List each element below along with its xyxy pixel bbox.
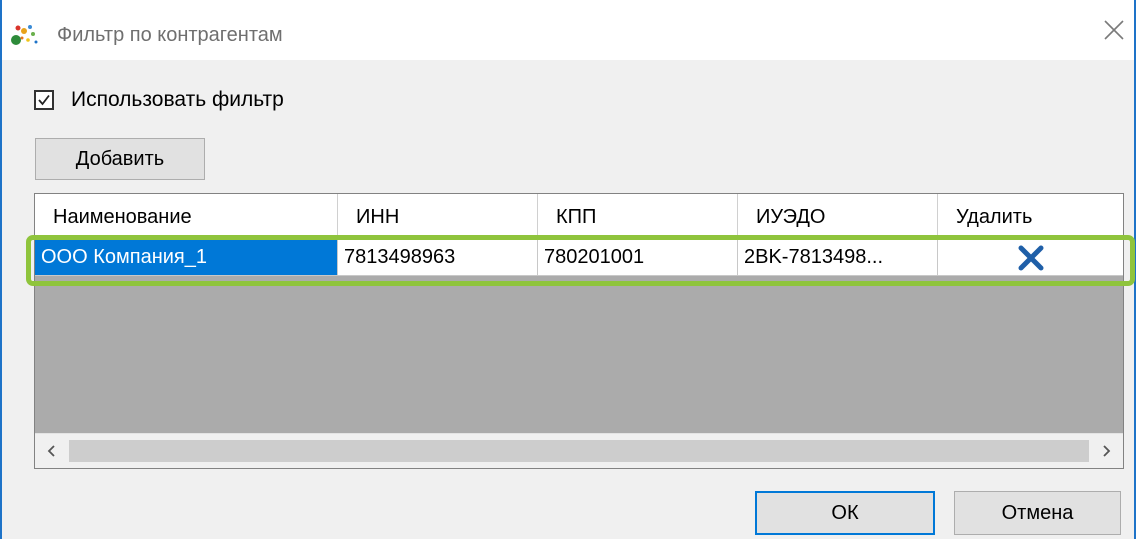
delete-row-button[interactable] xyxy=(938,240,1123,276)
scrollbar-thumb[interactable] xyxy=(69,440,1089,462)
horizontal-scrollbar[interactable] xyxy=(35,433,1123,468)
ok-button[interactable]: ОК xyxy=(755,491,935,535)
cell-kpp[interactable]: 780201001 xyxy=(538,240,738,276)
app-logo-icon xyxy=(10,22,40,48)
filter-dialog: Фильтр по контрагентам Использовать филь… xyxy=(0,0,1136,539)
cancel-button[interactable]: Отмена xyxy=(954,491,1121,535)
scroll-left-button[interactable] xyxy=(35,434,69,468)
table-header: Наименование ИНН КПП ИУЭДО Удалить xyxy=(35,194,1123,241)
chevron-left-icon xyxy=(47,445,55,457)
column-header-inn[interactable]: ИНН xyxy=(338,194,538,240)
column-header-iuedo[interactable]: ИУЭДО xyxy=(738,194,938,240)
add-button[interactable]: Добавить xyxy=(35,138,205,180)
delete-x-icon xyxy=(1018,245,1044,270)
use-filter-checkbox[interactable] xyxy=(34,90,54,110)
column-header-delete[interactable]: Удалить xyxy=(938,194,1123,240)
title-bar: Фильтр по контрагентам xyxy=(2,0,1134,60)
close-icon xyxy=(1104,20,1124,40)
cell-name[interactable]: ООО Компания_1 xyxy=(35,240,338,276)
cell-inn[interactable]: 7813498963 xyxy=(338,240,538,276)
cell-iuedo[interactable]: 2BK-7813498... xyxy=(738,240,938,276)
window-title: Фильтр по контрагентам xyxy=(57,24,283,46)
chevron-right-icon xyxy=(1103,445,1111,457)
counterparty-table: Наименование ИНН КПП ИУЭДО Удалить ООО К… xyxy=(34,193,1124,469)
column-header-kpp[interactable]: КПП xyxy=(538,194,738,240)
use-filter-label: Использовать фильтр xyxy=(71,88,284,111)
column-header-name[interactable]: Наименование xyxy=(35,194,338,240)
checkmark-icon xyxy=(38,94,50,106)
close-button[interactable] xyxy=(1094,10,1134,50)
scroll-right-button[interactable] xyxy=(1089,434,1123,468)
table-row[interactable]: ООО Компания_1 7813498963 780201001 2BK-… xyxy=(35,240,1123,276)
